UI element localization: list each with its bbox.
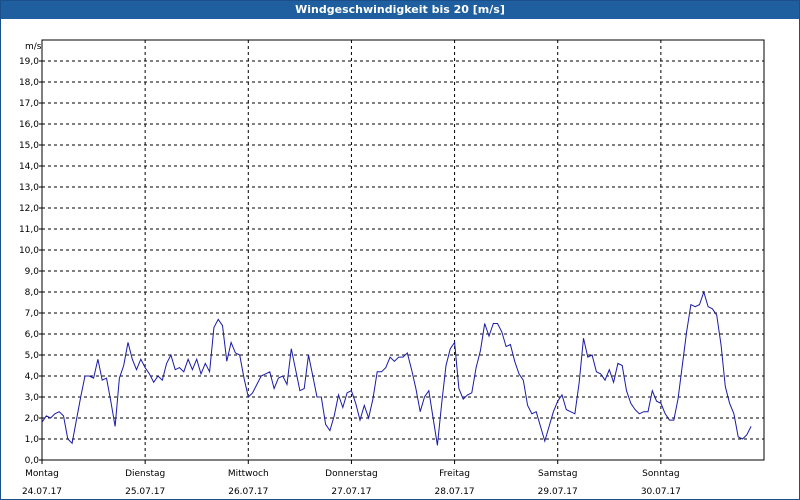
y-tick-label: 2,0 <box>25 414 40 424</box>
y-tick-label: 18,0 <box>19 78 39 88</box>
x-tick-date-label: 29.07.17 <box>538 487 578 497</box>
x-tick-date-label: 27.07.17 <box>331 487 371 497</box>
y-tick-label: 0,0 <box>25 456 40 466</box>
y-tick-label: 17,0 <box>19 99 39 109</box>
x-tick-day-label: Mittwoch <box>228 469 269 479</box>
y-tick-label: 19,0 <box>19 57 39 67</box>
grid <box>42 40 764 460</box>
y-tick-label: 14,0 <box>19 162 39 172</box>
chart-window: Windgeschwindigkeit bis 20 [m/s] 0,0 1,0 2… <box>0 0 800 500</box>
series-line <box>41 290 752 446</box>
y-tick-label: 6,0 <box>25 330 40 340</box>
y-tick-label: 13,0 <box>19 183 39 193</box>
x-tick-day-label: Sonntag <box>642 469 679 479</box>
x-tick-date-label: 28.07.17 <box>435 487 475 497</box>
y-axis: 0,0 1,0 2,0 3,0 4,0 5,0 6,0 7,0 8,0 9,0 10,0 11,0 12… <box>19 57 42 466</box>
y-tick-label: 7,0 <box>25 309 40 319</box>
y-tick-label: 3,0 <box>25 393 40 403</box>
y-tick-label: 9,0 <box>25 267 40 277</box>
y-tick-label: 4,0 <box>25 372 40 382</box>
y-tick-label: 5,0 <box>25 351 40 361</box>
x-axis: Montag 24.07.17 Dienstag 25.07.17 Mittwoch 26… <box>22 460 681 497</box>
x-tick-day-label: Freitag <box>439 469 470 479</box>
y-tick-label: 16,0 <box>19 120 39 130</box>
x-tick-day-label: Montag <box>25 469 59 479</box>
y-tick-label: 8,0 <box>25 288 40 298</box>
line-chart: 0,0 1,0 2,0 3,0 4,0 5,0 6,0 7,0 8,0 9,0 10,0 11,0 12… <box>19 39 765 497</box>
y-axis-label: m/s <box>25 42 42 52</box>
x-tick-day-label: Donnerstag <box>325 469 378 479</box>
x-tick-date-label: 24.07.17 <box>22 487 62 497</box>
y-tick-label: 1,0 <box>25 435 40 445</box>
x-tick-date-label: 30.07.17 <box>641 487 681 497</box>
y-tick-label: 15,0 <box>19 141 39 151</box>
x-tick-day-label: Dienstag <box>125 469 165 479</box>
x-tick-day-label: Samstag <box>538 469 577 479</box>
series-layer <box>41 290 752 446</box>
y-tick-label: 11,0 <box>19 225 39 235</box>
x-tick-date-label: 26.07.17 <box>228 487 268 497</box>
y-tick-label: 12,0 <box>19 204 39 214</box>
y-tick-label: 10,0 <box>19 246 39 256</box>
x-tick-date-label: 25.07.17 <box>125 487 165 497</box>
